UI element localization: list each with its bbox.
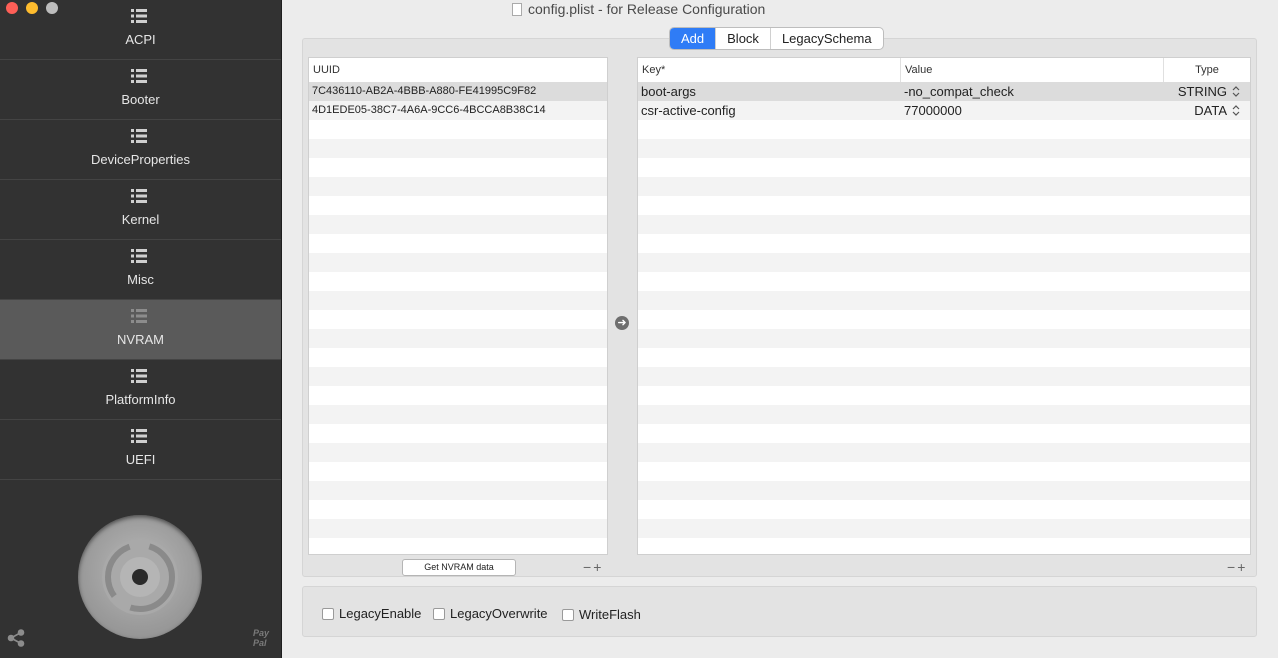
zoom-window-button[interactable] bbox=[46, 2, 58, 14]
sidebar: ACPI Booter DeviceProperties Kernel Misc… bbox=[0, 0, 282, 658]
type-stepper-icon[interactable] bbox=[1232, 85, 1240, 98]
sidebar-item-label: Kernel bbox=[121, 212, 160, 227]
list-icon bbox=[131, 9, 147, 23]
list-icon bbox=[131, 69, 147, 83]
uuid-table-rows: 7C436110-AB2A-4BBB-A880-FE41995C9F82 4D1… bbox=[309, 82, 607, 554]
table-row[interactable]: 7C436110-AB2A-4BBB-A880-FE41995C9F82 bbox=[309, 82, 607, 101]
add-key-button[interactable]: + bbox=[1237, 559, 1247, 575]
document-icon bbox=[512, 2, 522, 16]
sidebar-item-platforminfo[interactable]: PlatformInfo bbox=[0, 360, 281, 420]
table-row[interactable]: boot-args -no_compat_check STRING bbox=[638, 82, 1250, 101]
checkbox-box[interactable] bbox=[322, 607, 334, 620]
remove-uuid-button[interactable]: − bbox=[583, 559, 593, 575]
uuid-table-header: UUID bbox=[309, 58, 607, 83]
tab-add[interactable]: Add bbox=[670, 28, 717, 49]
sidebar-item-deviceproperties[interactable]: DeviceProperties bbox=[0, 120, 281, 180]
tab-legacyschema[interactable]: LegacySchema bbox=[771, 28, 883, 49]
column-header-uuid[interactable]: UUID bbox=[309, 58, 607, 82]
checkbox-label: LegacyOverwrite bbox=[450, 606, 548, 621]
uuid-table: UUID 7C436110-AB2A-4BBB-A880-FE41995C9F8… bbox=[308, 57, 608, 555]
tab-block[interactable]: Block bbox=[716, 28, 771, 49]
key-cell[interactable]: csr-active-config bbox=[638, 101, 901, 120]
disk-logo bbox=[78, 515, 202, 639]
sidebar-item-label: DeviceProperties bbox=[91, 152, 190, 167]
checkbox-label: LegacyEnable bbox=[339, 606, 422, 621]
sidebar-item-label: Booter bbox=[121, 92, 160, 107]
table-row[interactable]: 4D1EDE05-38C7-4A6A-9CC6-4BCCA8B38C14 bbox=[309, 101, 607, 120]
checkbox-label: WriteFlash bbox=[579, 607, 641, 622]
sidebar-item-kernel[interactable]: Kernel bbox=[0, 180, 281, 240]
kv-table-rows: boot-args -no_compat_check STRING csr-ac… bbox=[638, 82, 1250, 554]
kv-table-header: Key* Value Type bbox=[638, 58, 1250, 83]
write-flash-checkbox[interactable]: WriteFlash bbox=[562, 607, 641, 622]
list-icon bbox=[131, 189, 147, 203]
type-cell[interactable]: DATA bbox=[1164, 101, 1227, 120]
list-icon bbox=[131, 129, 147, 143]
get-nvram-data-button[interactable]: Get NVRAM data bbox=[402, 559, 516, 576]
window-controls bbox=[6, 2, 58, 14]
arrow-right-icon: ➜ bbox=[615, 316, 629, 330]
kv-add-remove: −+ bbox=[1227, 560, 1247, 574]
list-icon bbox=[131, 309, 147, 323]
column-header-value[interactable]: Value bbox=[901, 58, 1164, 82]
checkbox-box[interactable] bbox=[433, 607, 445, 620]
uuid-cell: 7C436110-AB2A-4BBB-A880-FE41995C9F82 bbox=[312, 85, 537, 97]
sidebar-item-misc[interactable]: Misc bbox=[0, 240, 281, 300]
sidebar-item-label: UEFI bbox=[125, 452, 156, 467]
value-cell[interactable]: 77000000 bbox=[901, 101, 1164, 120]
table-row[interactable]: csr-active-config 77000000 DATA bbox=[638, 101, 1250, 120]
close-window-button[interactable] bbox=[6, 2, 18, 14]
sidebar-item-label: PlatformInfo bbox=[105, 392, 176, 407]
uuid-add-remove: −+ bbox=[583, 560, 603, 574]
add-uuid-button[interactable]: + bbox=[593, 559, 603, 575]
key-value-table: Key* Value Type boot-args -no_compat_che… bbox=[637, 57, 1251, 555]
share-icon[interactable] bbox=[7, 629, 25, 647]
sidebar-item-label: Misc bbox=[127, 272, 154, 287]
type-cell[interactable]: STRING bbox=[1164, 82, 1227, 101]
column-header-key[interactable]: Key* bbox=[638, 58, 901, 82]
sidebar-item-booter[interactable]: Booter bbox=[0, 60, 281, 120]
legacy-overwrite-checkbox[interactable]: LegacyOverwrite bbox=[433, 606, 548, 621]
uuid-cell: 4D1EDE05-38C7-4A6A-9CC6-4BCCA8B38C14 bbox=[312, 104, 546, 116]
sidebar-item-label: NVRAM bbox=[117, 332, 164, 347]
window-title: config.plist - for Release Configuration bbox=[512, 0, 765, 18]
checkbox-box[interactable] bbox=[562, 608, 574, 621]
sidebar-item-nvram[interactable]: NVRAM bbox=[0, 300, 281, 360]
tab-bar: Add Block LegacySchema bbox=[669, 27, 884, 50]
list-icon bbox=[131, 369, 147, 383]
minimize-window-button[interactable] bbox=[26, 2, 38, 14]
paypal-logo[interactable]: Pay Pal bbox=[253, 628, 281, 648]
key-cell[interactable]: boot-args bbox=[638, 82, 901, 101]
sidebar-item-label: ACPI bbox=[125, 32, 156, 47]
list-icon bbox=[131, 249, 147, 263]
type-stepper-icon[interactable] bbox=[1232, 104, 1240, 117]
list-icon bbox=[131, 429, 147, 443]
remove-key-button[interactable]: − bbox=[1227, 559, 1237, 575]
legacy-enable-checkbox[interactable]: LegacyEnable bbox=[322, 606, 421, 621]
value-cell[interactable]: -no_compat_check bbox=[901, 82, 1164, 101]
disk-icon bbox=[102, 539, 178, 615]
sidebar-item-uefi[interactable]: UEFI bbox=[0, 420, 281, 480]
column-header-type[interactable]: Type bbox=[1164, 58, 1250, 82]
window-title-text: config.plist - for Release Configuration bbox=[528, 1, 766, 17]
